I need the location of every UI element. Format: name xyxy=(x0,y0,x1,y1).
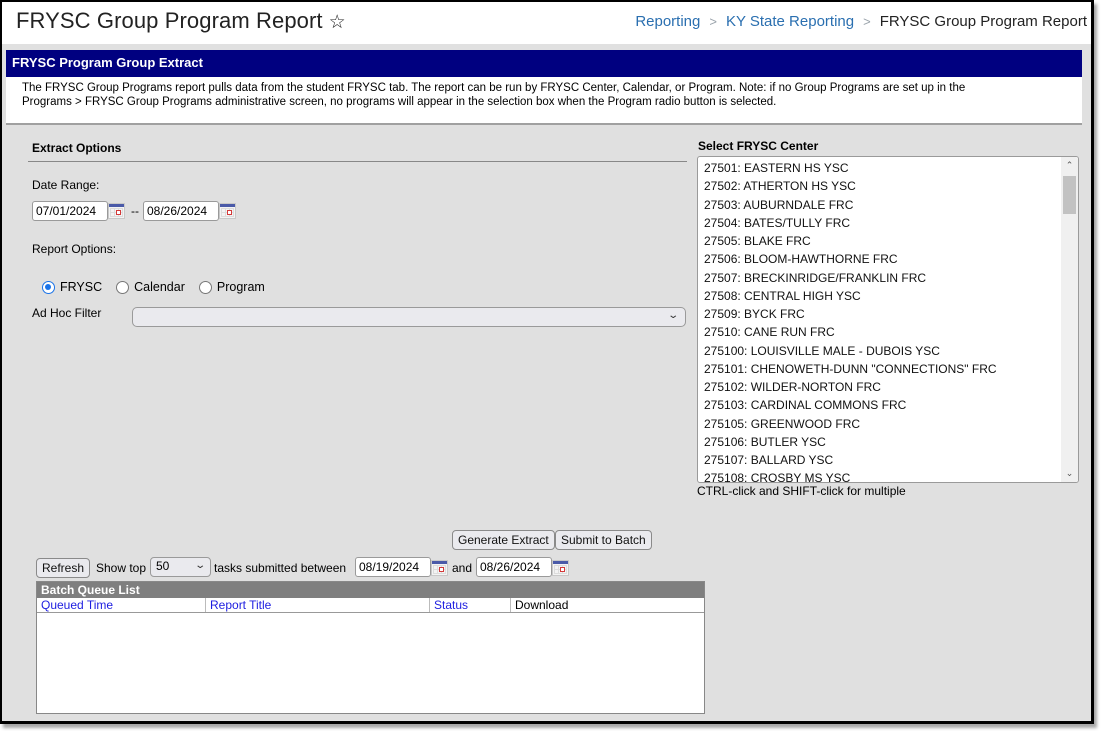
frysc-center-option[interactable]: 275100: LOUISVILLE MALE - DUBOIS YSC xyxy=(704,342,1078,360)
star-outline-icon[interactable]: ☆ xyxy=(329,12,346,33)
chevron-down-icon: ⌄ xyxy=(193,560,206,571)
description-line-1: The FRYSC Group Programs report pulls da… xyxy=(22,82,966,94)
column-download: Download xyxy=(515,598,569,612)
column-status[interactable]: Status xyxy=(430,598,511,612)
batch-queue-header: Queued Time Report Title Status Download xyxy=(37,598,704,613)
end-date-input[interactable] xyxy=(143,201,219,221)
section-header: FRYSC Program Group Extract xyxy=(6,50,1082,77)
page-title-text: FRYSC Group Program Report xyxy=(16,8,323,33)
batch-from-date-input[interactable] xyxy=(355,557,431,577)
radio-label: FRYSC xyxy=(60,280,103,294)
show-top-select[interactable]: 50 ⌄ xyxy=(150,557,211,577)
calendar-icon[interactable] xyxy=(431,560,448,576)
extract-options-divider xyxy=(28,161,687,162)
frysc-center-option[interactable]: 275103: CARDINAL COMMONS FRC xyxy=(704,396,1078,414)
radio-program[interactable]: Program xyxy=(198,280,265,294)
chevron-up-icon[interactable]: ⌃ xyxy=(1061,157,1078,174)
breadcrumb-ky-state-reporting[interactable]: KY State Reporting xyxy=(726,13,854,30)
show-top-label: Show top xyxy=(96,561,147,575)
show-top-value: 50 xyxy=(156,559,170,573)
top-bar: FRYSC Group Program Report ☆ Reporting > KY… xyxy=(2,2,1091,44)
breadcrumb: Reporting > KY State Reporting > FRYSC Group… xyxy=(635,13,1087,30)
multi-select-hint: CTRL-click and SHIFT-click for multiple xyxy=(697,484,906,498)
chevron-down-icon: ⌄ xyxy=(666,310,679,321)
frysc-center-option[interactable]: 275107: BALLARD YSC xyxy=(704,451,1078,469)
frysc-center-option[interactable]: 27502: ATHERTON HS YSC xyxy=(704,177,1078,195)
radio-label: Program xyxy=(216,280,265,294)
adhoc-filter-select[interactable]: ⌄ xyxy=(132,307,686,327)
submit-to-batch-button[interactable]: Submit to Batch xyxy=(555,530,652,550)
column-queued-time[interactable]: Queued Time xyxy=(37,598,206,612)
frysc-center-option[interactable]: 275105: GREENWOOD FRC xyxy=(704,415,1078,433)
chevron-right-icon: > xyxy=(863,14,871,29)
frysc-center-option[interactable]: 27506: BLOOM-HAWTHORNE FRC xyxy=(704,250,1078,268)
frysc-center-option[interactable]: 27503: AUBURNDALE FRC xyxy=(704,196,1078,214)
report-options-label: Report Options: xyxy=(32,242,117,256)
frysc-center-list: 27501: EASTERN HS YSC 27502: ATHERTON HS … xyxy=(698,157,1078,482)
frysc-center-option[interactable]: 27509: BYCK FRC xyxy=(704,305,1078,323)
frysc-center-option[interactable]: 27504: BATES/TULLY FRC xyxy=(704,214,1078,232)
breadcrumb-current: FRYSC Group Program Report xyxy=(879,13,1087,30)
frysc-center-listbox[interactable]: 27501: EASTERN HS YSC 27502: ATHERTON HS … xyxy=(697,156,1079,483)
breadcrumb-reporting[interactable]: Reporting xyxy=(635,13,700,30)
radio-button-checked[interactable] xyxy=(42,280,55,294)
calendar-icon[interactable] xyxy=(552,560,569,576)
radio-button[interactable] xyxy=(116,280,130,294)
chevron-right-icon: > xyxy=(709,14,717,29)
batch-queue-list: Batch Queue List Queued Time Report Titl… xyxy=(36,581,705,714)
description-line-2: Programs > FRYSC Group Programs administ… xyxy=(22,96,777,108)
frysc-center-option[interactable]: 27508: CENTRAL HIGH YSC xyxy=(704,287,1078,305)
calendar-icon[interactable] xyxy=(108,203,125,219)
page-title: FRYSC Group Program Report ☆ xyxy=(16,8,346,34)
frysc-center-option[interactable]: 27510: CANE RUN FRC xyxy=(704,323,1078,341)
radio-label: Calendar xyxy=(134,280,185,294)
radio-button[interactable] xyxy=(198,280,212,294)
batch-to-date-input[interactable] xyxy=(476,557,552,577)
adhoc-filter-label: Ad Hoc Filter xyxy=(32,306,102,320)
frysc-center-option[interactable]: 275108: CROSBY MS YSC xyxy=(704,469,1078,482)
frysc-center-option[interactable]: 27507: BRECKINRIDGE/FRANKLIN FRC xyxy=(704,269,1078,287)
frysc-center-option[interactable]: 27505: BLAKE FRC xyxy=(704,232,1078,250)
chevron-down-icon[interactable]: ⌄ xyxy=(1061,465,1078,482)
app-window: FRYSC Group Program Report ☆ Reporting > KY… xyxy=(0,0,1094,724)
section-description: The FRYSC Group Programs report pulls da… xyxy=(6,77,1082,125)
extract-options-title: Extract Options xyxy=(32,141,122,155)
calendar-icon[interactable] xyxy=(219,203,236,219)
radio-calendar[interactable]: Calendar xyxy=(116,280,185,294)
scrollbar-thumb[interactable] xyxy=(1063,176,1076,214)
frysc-center-option[interactable]: 27501: EASTERN HS YSC xyxy=(704,159,1078,177)
and-label: and xyxy=(452,561,473,575)
frysc-center-option[interactable]: 275101: CHENOWETH-DUNN "CONNECTIONS" FRC xyxy=(704,360,1078,378)
select-frysc-center-title: Select FRYSC Center xyxy=(698,139,819,153)
start-date-input[interactable] xyxy=(32,201,108,221)
refresh-button[interactable]: Refresh xyxy=(36,558,91,578)
frysc-center-option[interactable]: 275102: WILDER-NORTON FRC xyxy=(704,378,1078,396)
column-report-title[interactable]: Report Title xyxy=(206,598,430,612)
radio-frysc[interactable]: FRYSC xyxy=(42,280,102,294)
report-options-radio-group: FRYSC Calendar Program xyxy=(42,280,279,294)
date-separator: -- xyxy=(131,204,139,218)
frysc-center-option[interactable]: 275106: BUTLER YSC xyxy=(704,433,1078,451)
date-range-label: Date Range: xyxy=(32,178,100,192)
listbox-scrollbar[interactable]: ⌃ ⌄ xyxy=(1061,157,1078,482)
generate-extract-button[interactable]: Generate Extract xyxy=(452,530,555,550)
tasks-submitted-label: tasks submitted between xyxy=(214,561,347,575)
batch-queue-title: Batch Queue List xyxy=(37,582,704,598)
